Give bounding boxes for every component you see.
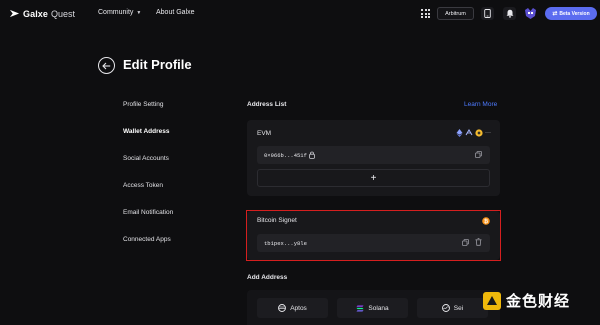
galxe-logo-icon: [9, 9, 20, 18]
bnb-icon: [475, 129, 483, 137]
phone-icon: [484, 9, 491, 18]
more-icon[interactable]: ···: [485, 130, 491, 136]
brand-name: Galxe: [23, 8, 49, 19]
evm-label: EVM: [257, 130, 272, 137]
evm-chain-icons: ···: [456, 129, 491, 137]
address-list-title: Address List: [247, 101, 287, 108]
page-title: Edit Profile: [123, 57, 192, 72]
beta-icon: ⇄: [552, 11, 558, 17]
notifications-button[interactable]: [503, 7, 516, 20]
sidebar-item-email-notification[interactable]: Email Notification: [123, 209, 173, 216]
avatar[interactable]: [523, 6, 538, 21]
back-button[interactable]: [98, 57, 115, 74]
sidebar-item-profile-setting[interactable]: Profile Setting: [123, 101, 163, 108]
nav-community[interactable]: Community ▼: [98, 9, 141, 16]
plus-icon: +: [370, 172, 377, 184]
brand-suffix: Quest: [51, 8, 76, 19]
add-aptos-button[interactable]: Aptos: [257, 298, 328, 318]
top-nav: Galxe Quest Community ▼ About Galxe Arbi…: [0, 0, 600, 28]
solana-icon: [356, 305, 364, 311]
bridge-icon: [465, 129, 473, 136]
chevron-down-icon: ▼: [136, 9, 142, 16]
sei-icon: [441, 304, 450, 312]
watermark-text: 金色财经: [506, 292, 571, 310]
network-label: Arbitrum: [445, 10, 466, 17]
learn-more-link[interactable]: Learn More: [464, 101, 497, 108]
apps-grid-icon[interactable]: [421, 9, 430, 18]
copy-icon[interactable]: [475, 151, 482, 158]
nav-about[interactable]: About Galxe: [156, 9, 195, 16]
sidebar-item-wallet-address[interactable]: Wallet Address: [123, 128, 169, 135]
phone-button[interactable]: [481, 7, 494, 20]
evm-address: 0×966b...451f: [264, 152, 307, 159]
add-solana-button[interactable]: Solana: [337, 298, 408, 318]
highlight-box: [246, 210, 501, 261]
beta-version-button[interactable]: ⇄ Beta Version: [545, 7, 597, 20]
galxe-logo[interactable]: Galxe Quest: [9, 8, 75, 19]
watermark-logo-icon: [483, 291, 501, 310]
sei-label: Sei: [453, 304, 464, 312]
bell-icon: [506, 9, 513, 18]
network-selector[interactable]: Arbitrum: [437, 7, 474, 20]
avatar-icon: [523, 6, 538, 21]
ethereum-icon: [456, 129, 463, 137]
sidebar-item-connected-apps[interactable]: Connected Apps: [123, 236, 171, 243]
nav-community-label: Community: [98, 9, 134, 16]
add-address-title: Add Address: [247, 274, 288, 281]
aptos-icon: [278, 304, 287, 312]
add-evm-address-button[interactable]: +: [257, 169, 490, 187]
add-sei-button[interactable]: Sei: [417, 298, 488, 318]
evm-address-card: EVM ··· 0×966b...451f +: [247, 120, 500, 196]
aptos-label: Aptos: [290, 304, 307, 312]
solana-label: Solana: [368, 304, 389, 312]
evm-address-row: 0×966b...451f: [257, 146, 490, 164]
lock-icon: [309, 151, 315, 159]
watermark: 金色财经: [482, 290, 570, 311]
sidebar-item-social-accounts[interactable]: Social Accounts: [123, 155, 169, 162]
sidebar-item-access-token[interactable]: Access Token: [123, 182, 163, 189]
beta-label: Beta Version: [559, 10, 590, 17]
nav-about-label: About Galxe: [156, 9, 195, 16]
arrow-left-icon: [102, 62, 111, 69]
